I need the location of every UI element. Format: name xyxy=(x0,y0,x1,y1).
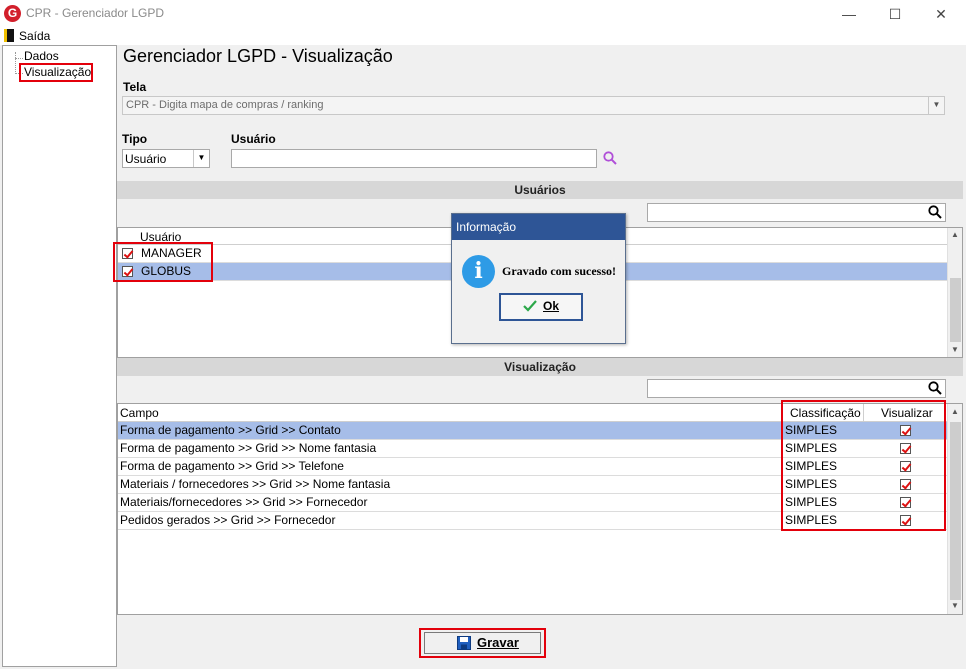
save-button[interactable]: Gravar xyxy=(424,632,541,654)
usuario-label: Usuário xyxy=(231,132,276,146)
row-campo: Forma de pagamento >> Grid >> Nome fanta… xyxy=(120,441,377,455)
exit-door-icon xyxy=(4,29,14,42)
chevron-down-icon[interactable]: ▼ xyxy=(928,97,944,114)
vertical-scrollbar[interactable]: ▲ ▼ xyxy=(947,228,962,357)
tipo-select-value: Usuário xyxy=(125,152,167,166)
search-icon[interactable] xyxy=(928,205,942,219)
save-button-frame: Gravar xyxy=(419,628,546,658)
row-campo: Forma de pagamento >> Grid >> Telefone xyxy=(120,459,344,473)
row-campo: Materiais/fornecedores >> Grid >> Fornec… xyxy=(120,495,368,509)
ok-button-label: Ok xyxy=(543,299,560,313)
highlight-box xyxy=(19,63,93,82)
menu-exit[interactable]: Saída xyxy=(19,29,50,43)
close-button[interactable]: ✕ xyxy=(918,0,964,28)
column-header-campo: Campo xyxy=(120,406,159,420)
save-button-label: Gravar xyxy=(477,635,519,650)
highlight-box xyxy=(781,400,946,531)
window-title: CPR - Gerenciador LGPD xyxy=(26,6,165,20)
row-campo: Forma de pagamento >> Grid >> Contato xyxy=(120,423,341,437)
ok-button[interactable]: Ok xyxy=(499,293,583,321)
page-title: Gerenciador LGPD - Visualização xyxy=(123,46,393,66)
visualizacao-filter-input[interactable] xyxy=(647,379,946,398)
usuario-input[interactable] xyxy=(231,149,597,168)
app-logo-icon: G xyxy=(4,5,21,22)
row-campo: Materiais / fornecedores >> Grid >> Nome… xyxy=(120,477,391,491)
info-dialog: Informação i Gravado com sucesso! Ok xyxy=(451,213,626,344)
usuarios-filter-input[interactable] xyxy=(647,203,946,222)
chevron-up-icon[interactable]: ▲ xyxy=(951,407,959,416)
menu-bar xyxy=(0,28,966,45)
tela-select[interactable]: CPR - Digita mapa de compras / ranking ▼ xyxy=(122,96,945,115)
maximize-button[interactable]: ☐ xyxy=(872,0,918,28)
vertical-scrollbar[interactable]: ▲ ▼ xyxy=(947,404,962,614)
chevron-up-icon[interactable]: ▲ xyxy=(951,230,959,239)
floppy-disk-icon xyxy=(457,636,471,650)
checkmark-icon xyxy=(523,300,537,312)
minimize-button[interactable]: — xyxy=(826,0,872,28)
search-icon[interactable] xyxy=(603,151,617,165)
chevron-down-icon[interactable]: ▼ xyxy=(193,150,209,167)
tela-select-value: CPR - Digita mapa de compras / ranking xyxy=(126,99,324,111)
search-icon[interactable] xyxy=(928,381,942,395)
tree-connector xyxy=(15,58,23,59)
row-campo: Pedidos gerados >> Grid >> Fornecedor xyxy=(120,513,336,527)
navigation-tree xyxy=(2,45,117,667)
tipo-label: Tipo xyxy=(122,132,148,146)
tipo-select[interactable]: Usuário ▼ xyxy=(122,149,210,168)
scrollbar-thumb[interactable] xyxy=(950,422,961,600)
chevron-down-icon[interactable]: ▼ xyxy=(951,601,959,610)
dialog-message: Gravado com sucesso! xyxy=(502,264,616,278)
visualizacao-section-title: Visualização xyxy=(117,358,963,376)
highlight-box xyxy=(113,242,213,282)
chevron-down-icon[interactable]: ▼ xyxy=(951,345,959,354)
dialog-title: Informação xyxy=(452,214,625,240)
tree-item-dados[interactable]: Dados xyxy=(24,49,59,63)
tela-label: Tela xyxy=(123,80,147,94)
scrollbar-thumb[interactable] xyxy=(950,278,961,342)
info-icon: i xyxy=(462,255,495,288)
usuarios-section-title: Usuários xyxy=(117,181,963,199)
